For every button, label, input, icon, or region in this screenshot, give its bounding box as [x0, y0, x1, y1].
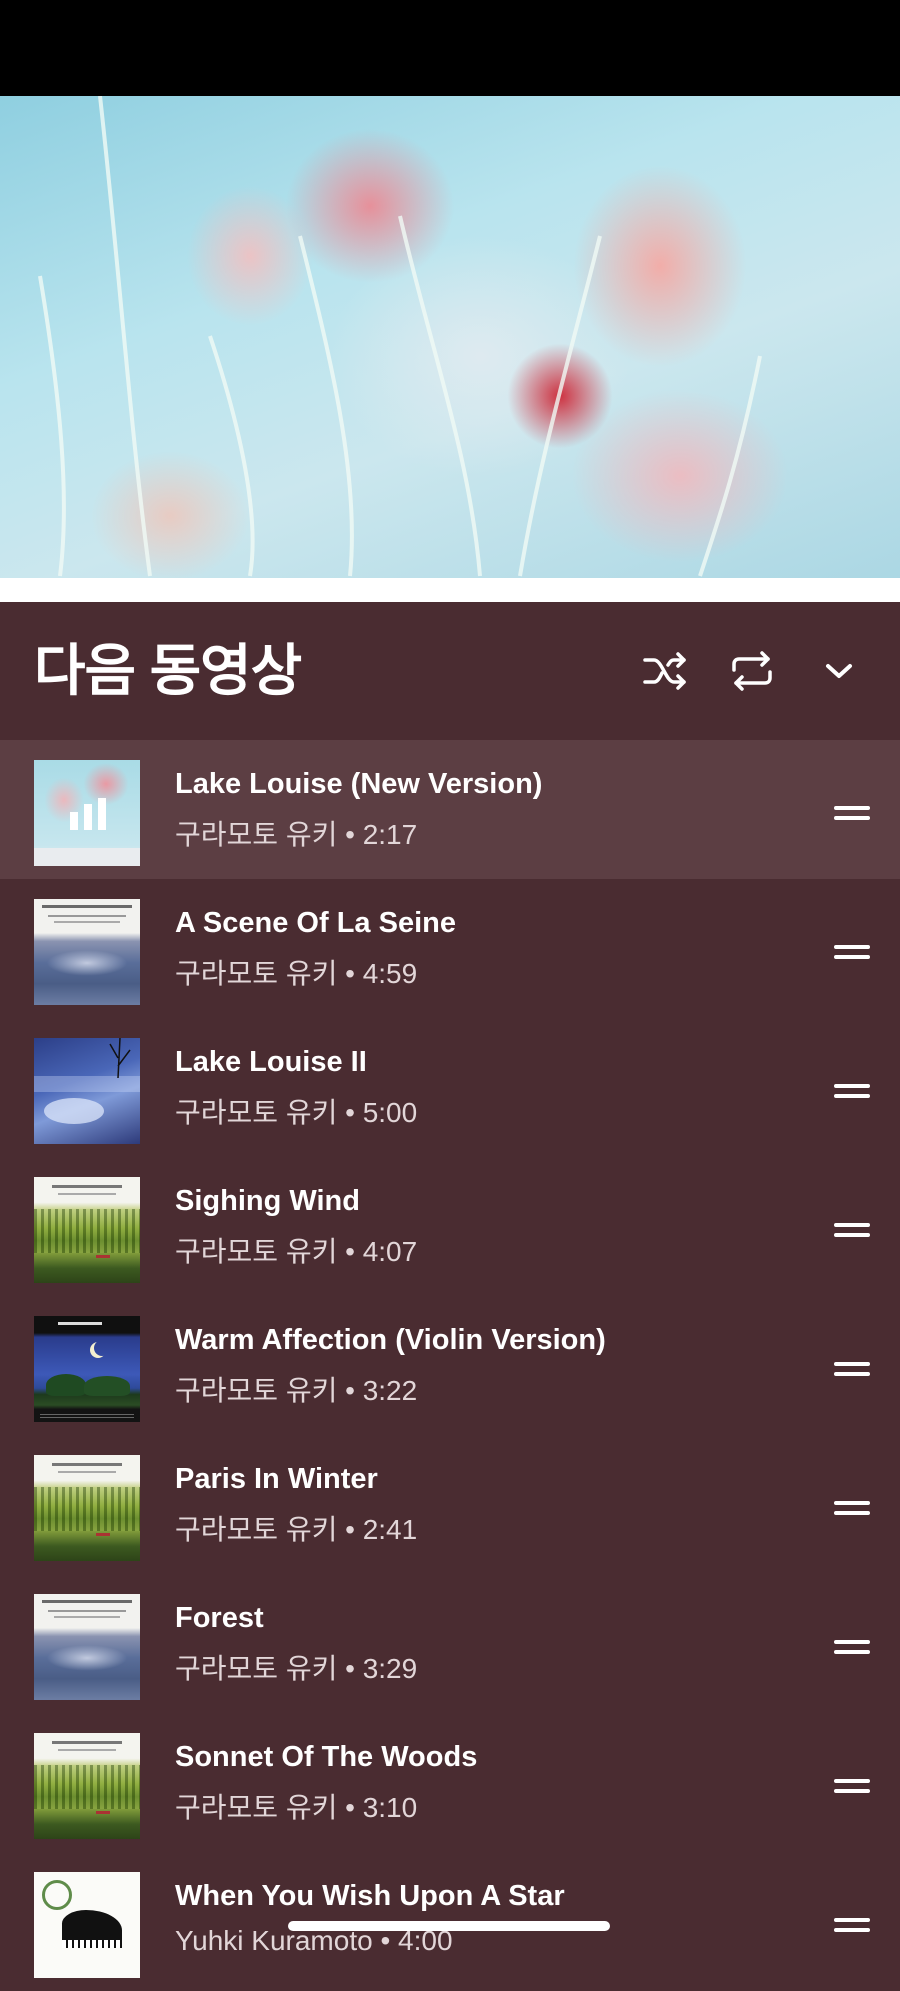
track-meta: 구라모토 유키 • 3:29 [175, 1653, 418, 1684]
album-thumbnail [34, 1455, 140, 1561]
video-progress-track[interactable] [0, 578, 900, 602]
album-thumbnail [34, 1316, 140, 1422]
track-title: A Scene Of La Seine [175, 907, 456, 939]
drag-handle-icon[interactable] [834, 1362, 870, 1376]
up-next-list: Lake Louise (New Version) 구라모토 유키 • 2:17… [0, 740, 900, 1991]
track-title: Paris In Winter [175, 1463, 378, 1495]
poppy-video-frame [38, 96, 762, 577]
track-meta: 구라모토 유키 • 5:00 [175, 1097, 418, 1128]
track-title: When You Wish Upon A Star [175, 1880, 565, 1912]
album-thumbnail [34, 1038, 140, 1144]
collapse-button[interactable] [812, 644, 866, 698]
album-thumbnail [34, 1594, 140, 1700]
track-meta: 구라모토 유키 • 2:41 [175, 1514, 418, 1545]
now-playing-icon [70, 798, 106, 830]
track-title: Warm Affection (Violin Version) [175, 1324, 606, 1356]
track-row[interactable]: Warm Affection (Violin Version) 구라모토 유키 … [0, 1296, 900, 1435]
drag-handle-icon[interactable] [834, 1779, 870, 1793]
track-meta: 구라모토 유키 • 4:59 [175, 958, 418, 989]
track-meta: 구라모토 유키 • 2:17 [175, 819, 418, 850]
drag-handle-icon[interactable] [834, 1640, 870, 1654]
track-row[interactable]: Lake Louise (New Version) 구라모토 유키 • 2:17 [0, 740, 900, 879]
drag-handle-icon[interactable] [834, 806, 870, 820]
track-meta: 구라모토 유키 • 3:22 [175, 1375, 418, 1406]
drag-handle-icon[interactable] [834, 1084, 870, 1098]
chevron-down-icon [826, 664, 852, 678]
drag-handle-icon[interactable] [834, 1501, 870, 1515]
track-row[interactable]: Sighing Wind 구라모토 유키 • 4:07 [0, 1157, 900, 1296]
shuffle-button[interactable] [638, 644, 692, 698]
track-row[interactable]: A Scene Of La Seine 구라모토 유키 • 4:59 [0, 879, 900, 1018]
track-title: Lake Louise (New Version) [175, 768, 543, 800]
track-title: Sonnet Of The Woods [175, 1741, 478, 1773]
track-title: Sighing Wind [175, 1185, 360, 1217]
track-title: Lake Louise II [175, 1046, 367, 1078]
shuffle-icon [643, 652, 686, 690]
drag-handle-icon[interactable] [834, 945, 870, 959]
panel-title: 다음 동영상 [34, 639, 302, 702]
track-title: Forest [175, 1602, 264, 1634]
album-thumbnail [34, 1177, 140, 1283]
repeat-icon [732, 651, 772, 691]
home-indicator[interactable] [288, 1921, 610, 1931]
status-bar [0, 0, 900, 96]
drag-handle-icon[interactable] [834, 1918, 870, 1932]
album-thumbnail [34, 1872, 140, 1978]
album-thumbnail [34, 899, 140, 1005]
album-thumbnail [34, 1733, 140, 1839]
drag-handle-icon[interactable] [834, 1223, 870, 1237]
video-player[interactable] [0, 96, 900, 602]
track-meta: 구라모토 유키 • 4:07 [175, 1236, 418, 1267]
track-row[interactable]: Forest 구라모토 유키 • 3:29 [0, 1574, 900, 1713]
track-meta: 구라모토 유키 • 3:10 [175, 1792, 418, 1823]
up-next-header: 다음 동영상 [0, 602, 900, 740]
repeat-button[interactable] [725, 644, 779, 698]
track-row[interactable]: Paris In Winter 구라모토 유키 • 2:41 [0, 1435, 900, 1574]
track-row[interactable]: Sonnet Of The Woods 구라모토 유키 • 3:10 [0, 1713, 900, 1852]
track-row[interactable]: Lake Louise II 구라모토 유키 • 5:00 [0, 1018, 900, 1157]
album-thumbnail [34, 760, 140, 866]
